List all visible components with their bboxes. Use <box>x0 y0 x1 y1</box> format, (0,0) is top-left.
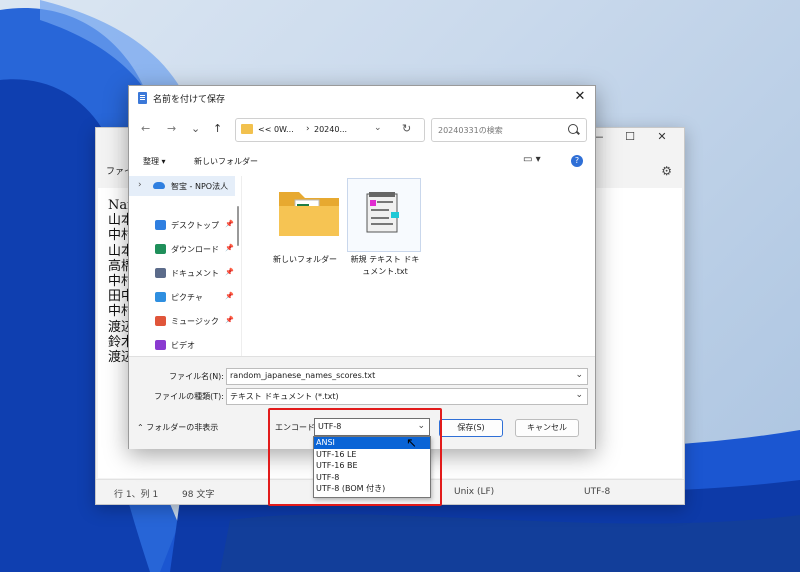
encoding-status: UTF-8 <box>584 487 611 497</box>
chevron-right-icon: › <box>306 124 310 134</box>
maximize-icon[interactable]: ☐ <box>614 130 646 143</box>
sidebar-item-label: ビデオ <box>171 341 195 350</box>
folder-icon <box>241 124 253 134</box>
file-label: 新しいフォルダー <box>273 255 337 264</box>
char-count: 98 文字 <box>182 490 215 500</box>
filename-value: random_japanese_names_scores.txt <box>230 371 376 380</box>
cursor-position: 行 1、列 1 <box>114 490 159 500</box>
refresh-icon[interactable]: ↻ <box>402 122 411 135</box>
line-ending: Unix (LF) <box>454 487 495 497</box>
filetype-select[interactable]: テキスト ドキュメント (*.txt) ⌄ <box>226 388 588 405</box>
sidebar-item-onedrive[interactable]: › 智宝 - NPO法人 <box>129 176 235 196</box>
location-icon <box>155 244 166 254</box>
navigation-bar: ← → ⌄ ↑ << 0W... › 20240... ⌄ ↻ 20240331… <box>129 116 595 142</box>
pin-icon[interactable]: 📌 <box>225 244 234 252</box>
chevron-up-icon: ⌃ <box>137 423 144 432</box>
dialog-titlebar: 名前を付けて保存 ✕ <box>129 86 595 110</box>
chevron-down-icon[interactable]: ⌄ <box>575 390 583 400</box>
location-icon <box>155 220 166 230</box>
pin-icon[interactable]: 📌 <box>225 220 234 228</box>
chevron-right-icon[interactable]: › <box>138 180 142 190</box>
gear-icon[interactable]: ⚙ <box>661 164 672 178</box>
sidebar-item[interactable]: ダウンロード 📌 <box>129 240 235 258</box>
location-icon <box>155 340 166 350</box>
navigation-pane: › 智宝 - NPO法人 デスクトップ 📌 ダウンロード 📌 ドキュメント 📌 ピクチャ 📌 ミ… <box>129 176 242 356</box>
pin-icon[interactable]: 📌 <box>225 268 234 276</box>
location-icon <box>155 268 166 278</box>
command-bar: 整理 ▾ 新しいフォルダー ▭ ▾ ? <box>129 150 595 172</box>
pin-icon[interactable]: 📌 <box>225 316 234 324</box>
file-label: 新規 テキスト ドキュメント.txt <box>350 255 420 276</box>
location-icon <box>155 292 166 302</box>
sidebar-item[interactable]: ドキュメント 📌 <box>129 264 235 282</box>
sidebar-item[interactable]: デスクトップ 📌 <box>129 216 235 234</box>
sidebar-item-label: デスクトップ <box>171 221 219 230</box>
search-input[interactable]: 20240331の検索 <box>431 118 587 142</box>
folder-icon: X <box>279 192 339 236</box>
dialog-title: 名前を付けて保存 <box>153 95 226 105</box>
filetype-value: テキスト ドキュメント (*.txt) <box>230 392 339 401</box>
close-icon[interactable]: ✕ <box>571 89 589 104</box>
sidebar-item[interactable]: ビデオ <box>129 336 235 354</box>
back-icon[interactable]: ← <box>141 122 150 135</box>
forward-icon[interactable]: → <box>167 122 176 135</box>
file-list: X 新しいフォルダー 新規 テキスト ドキュメント.txt <box>249 178 589 358</box>
breadcrumb-2[interactable]: 20240... <box>314 125 347 134</box>
filename-label: ファイル名(N): <box>169 372 224 381</box>
sidebar-item-label: ピクチャ <box>171 293 203 302</box>
sidebar-item[interactable]: ミュージック 📌 <box>129 312 235 330</box>
hide-folders-button[interactable]: ⌃ フォルダーの非表示 <box>137 422 218 433</box>
text-document-icon <box>366 192 399 233</box>
filename-field[interactable]: random_japanese_names_scores.txt ⌄ <box>226 368 588 385</box>
annotation-highlight-box <box>268 408 442 506</box>
recent-dropdown-icon[interactable]: ⌄ <box>191 122 200 135</box>
notepad-icon <box>138 92 147 104</box>
window-controls[interactable]: — ☐ ✕ <box>582 130 678 143</box>
view-options-icon[interactable]: ▭ ▾ <box>523 154 541 165</box>
sidebar-item-label: ミュージック <box>171 317 219 326</box>
sidebar-item-label: ドキュメント <box>171 269 219 278</box>
sidebar-item[interactable]: ピクチャ 📌 <box>129 288 235 306</box>
address-bar[interactable]: << 0W... › 20240... ⌄ ↻ <box>235 118 425 142</box>
save-as-dialog: 名前を付けて保存 ✕ ← → ⌄ ↑ << 0W... › 20240... ⌄… <box>128 85 596 449</box>
organize-button[interactable]: 整理 ▾ <box>143 156 166 167</box>
help-icon[interactable]: ? <box>571 155 583 167</box>
hide-folders-label: フォルダーの非表示 <box>146 423 219 432</box>
filetype-label: ファイルの種類(T): <box>154 392 224 401</box>
up-icon[interactable]: ↑ <box>213 122 222 135</box>
close-icon[interactable]: ✕ <box>646 130 678 143</box>
cloud-icon <box>153 182 165 189</box>
search-placeholder: 20240331の検索 <box>438 126 503 135</box>
location-icon <box>155 316 166 326</box>
sidebar-item-label: ダウンロード <box>171 245 219 254</box>
new-folder-button[interactable]: 新しいフォルダー <box>194 156 258 167</box>
sidebar-item-label: 智宝 - NPO法人 <box>171 182 229 191</box>
breadcrumb-1[interactable]: << 0W... <box>258 125 294 134</box>
sidebar-scrollbar[interactable] <box>237 206 239 246</box>
search-icon[interactable] <box>568 124 578 134</box>
save-button[interactable]: 保存(S) <box>439 419 503 437</box>
chevron-down-icon[interactable]: ⌄ <box>575 370 583 380</box>
chevron-down-icon[interactable]: ⌄ <box>374 123 382 133</box>
pin-icon[interactable]: 📌 <box>225 292 234 300</box>
cancel-button[interactable]: キャンセル <box>515 419 579 437</box>
